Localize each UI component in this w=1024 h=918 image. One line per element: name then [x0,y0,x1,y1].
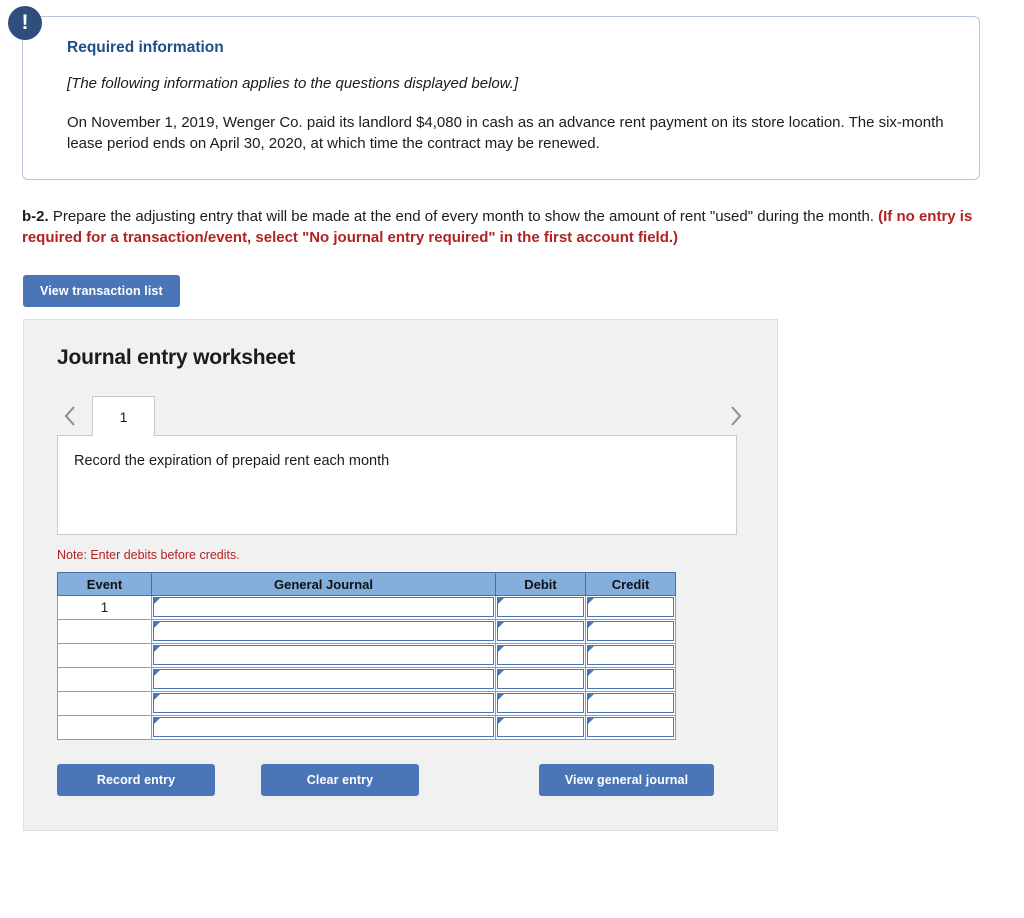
general-journal-cell [151,643,496,669]
debit-input[interactable] [497,693,584,714]
debit-cell [495,691,586,717]
worksheet-title: Journal entry worksheet [57,346,296,370]
callout-body-text: On November 1, 2019, Wenger Co. paid its… [67,114,944,153]
debits-before-credits-note: Note: Enter debits before credits. [57,548,240,563]
view-general-journal-button[interactable]: View general journal [539,764,714,797]
table-row [57,715,676,741]
journal-entry-table: Event General Journal Debit Credit 1 [57,572,676,741]
debit-input[interactable] [497,645,584,666]
general-journal-cell [151,715,496,741]
tab-description-text: Record the expiration of prepaid rent ea… [74,453,390,470]
general-journal-select[interactable] [153,717,494,738]
column-header-debit: Debit [495,572,586,597]
credit-input[interactable] [587,621,674,642]
clear-entry-button[interactable]: Clear entry [261,764,419,797]
general-journal-select[interactable] [153,597,494,618]
event-cell: 1 [57,595,152,621]
exclamation-icon: ! [8,6,42,40]
callout-box: Required information [The following info… [22,16,980,180]
journal-entry-worksheet-panel: Journal entry worksheet 1 Record the exp… [23,319,778,832]
column-header-event: Event [57,572,152,597]
debit-cell [495,595,586,621]
table-row [57,667,676,693]
event-cell [57,691,152,717]
question-instruction: b-2. Prepare the adjusting entry that wi… [22,206,988,250]
debit-input[interactable] [497,597,584,618]
credit-input[interactable] [587,669,674,690]
debit-cell [495,667,586,693]
event-cell [57,643,152,669]
debit-input[interactable] [497,669,584,690]
event-cell [57,715,152,741]
debit-cell [495,643,586,669]
debit-cell [495,619,586,645]
table-row [57,619,676,645]
credit-cell [585,715,676,741]
debit-cell [495,715,586,741]
question-text: Prepare the adjusting entry that will be… [48,207,879,225]
credit-cell [585,691,676,717]
credit-cell [585,619,676,645]
event-cell [57,667,152,693]
credit-cell [585,667,676,693]
credit-input[interactable] [587,645,674,666]
general-journal-cell [151,619,496,645]
general-journal-select[interactable] [153,621,494,642]
question-label: b-2. [22,207,49,225]
chevron-left-icon[interactable] [57,396,83,436]
worksheet-tab-1[interactable]: 1 [92,396,155,437]
general-journal-cell [151,691,496,717]
worksheet-tab-label: 1 [119,408,128,425]
credit-input[interactable] [587,693,674,714]
worksheet-tab-panel: Record the expiration of prepaid rent ea… [57,435,737,536]
table-row: 1 [57,595,676,621]
debit-input[interactable] [497,621,584,642]
view-transaction-list-button[interactable]: View transaction list [23,275,180,308]
credit-cell [585,643,676,669]
worksheet-footer-buttons: Record entry Clear entry View general jo… [57,764,747,797]
general-journal-cell [151,667,496,693]
column-header-credit: Credit [585,572,676,597]
general-journal-select[interactable] [153,669,494,690]
table-header-row: Event General Journal Debit Credit [57,572,676,597]
credit-cell [585,595,676,621]
journal-entry-table-body: 1 [57,595,676,741]
required-information-callout: ! Required information [The following in… [8,6,980,180]
general-journal-cell [151,595,496,621]
table-row [57,691,676,717]
callout-italic-note: [The following information applies to th… [67,75,519,92]
event-cell [57,619,152,645]
column-header-general-journal: General Journal [151,572,496,597]
table-row [57,643,676,669]
debit-input[interactable] [497,717,584,738]
credit-input[interactable] [587,597,674,618]
worksheet-tab-strip: 1 [57,396,749,437]
general-journal-select[interactable] [153,645,494,666]
record-entry-button[interactable]: Record entry [57,764,215,797]
credit-input[interactable] [587,717,674,738]
callout-title: Required information [67,39,224,56]
chevron-right-icon[interactable] [723,396,749,436]
general-journal-select[interactable] [153,693,494,714]
